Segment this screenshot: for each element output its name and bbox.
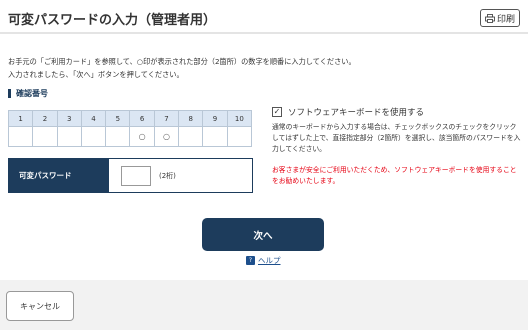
grid-mark-cell: ○	[153, 126, 180, 147]
software-keyboard-label: ソフトウェアキーボードを使用する	[288, 108, 425, 118]
grid-mark-row: ○ ○	[7, 126, 252, 147]
footer-bar	[0, 280, 528, 330]
grid-mark-cell	[56, 126, 82, 147]
grid-column-number: 1	[7, 110, 34, 127]
software-keyboard-toggle[interactable]: ✓ ソフトウェアキーボードを使用する	[272, 106, 522, 118]
confirmation-grid: 1 2 3 4 5 6 7 8 9 10 ○ ○	[7, 110, 252, 147]
software-keyboard-checkbox[interactable]: ✓	[272, 107, 282, 117]
help-icon: ?	[246, 256, 255, 265]
grid-column-number: 7	[153, 110, 180, 127]
variable-password-row: 可変パスワード (2桁)	[8, 158, 253, 193]
grid-mark-cell: ○	[129, 126, 155, 147]
software-keyboard-section: ✓ ソフトウェアキーボードを使用する 通常のキーボードから入力する場合は、チェッ…	[272, 106, 522, 187]
next-button[interactable]: 次へ	[202, 218, 324, 251]
page-title: 可変パスワードの入力（管理者用）	[8, 13, 217, 28]
help-link[interactable]: ? ヘルプ	[246, 255, 281, 266]
grid-mark-cell	[105, 126, 131, 147]
cancel-button[interactable]: キャンセル	[6, 291, 74, 321]
instructions: お手元の「ご利用カード」を参照して、○印が表示された部分（2箇所）の数字を順番に…	[8, 55, 356, 81]
software-keyboard-description: 通常のキーボードから入力する場合は、チェックボックスのチェックをクリックしてはず…	[272, 123, 521, 153]
grid-mark-cell	[178, 126, 204, 147]
grid-column-number: 6	[129, 110, 155, 127]
digits-note: (2桁)	[159, 171, 176, 180]
security-warning: お客さまが安全にご利用いただくため、ソフトウェアキーボードを使用することをお勧め…	[272, 166, 517, 185]
print-button[interactable]: 印刷	[480, 9, 520, 27]
grid-column-number: 3	[56, 110, 82, 127]
instruction-line: お手元の「ご利用カード」を参照して、○印が表示された部分（2箇所）の数字を順番に…	[8, 57, 356, 66]
grid-mark-cell	[80, 126, 107, 147]
variable-password-body: (2桁)	[109, 159, 252, 192]
grid-mark-cell	[7, 126, 34, 147]
instruction-line: 入力されましたら、「次へ」ボタンを押してください。	[8, 70, 184, 79]
grid-column-number: 2	[32, 110, 58, 127]
page-header: 可変パスワードの入力（管理者用） 印刷	[0, 0, 528, 34]
grid-column-number: 10	[226, 110, 252, 127]
grid-column-number: 4	[80, 110, 107, 127]
grid-column-number: 8	[178, 110, 204, 127]
grid-mark-cell	[226, 126, 252, 147]
variable-password-input[interactable]	[121, 165, 151, 186]
grid-mark-cell	[32, 126, 58, 147]
grid-mark-cell	[202, 126, 228, 147]
grid-column-number: 5	[105, 110, 131, 127]
printer-icon	[485, 13, 495, 23]
variable-password-label: 可変パスワード	[9, 159, 109, 192]
help-label: ヘルプ	[258, 256, 281, 265]
grid-column-number: 9	[202, 110, 228, 127]
grid-header-row: 1 2 3 4 5 6 7 8 9 10	[7, 110, 252, 127]
print-label: 印刷	[496, 14, 515, 25]
confirmation-number-label: 確認番号	[8, 89, 48, 98]
